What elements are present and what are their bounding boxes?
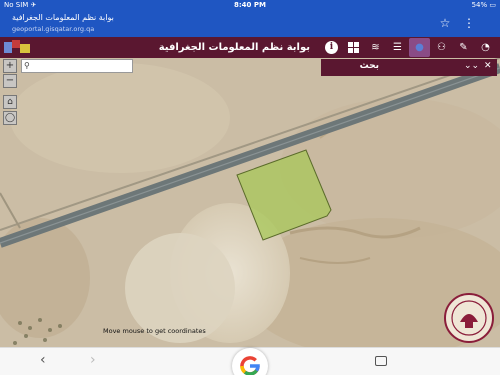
satellite-imagery [0, 58, 500, 347]
basemap-button[interactable] [343, 38, 364, 57]
search-panel: بحث ⌄⌄ ✕ [321, 59, 497, 76]
zoom-in-button[interactable]: + [3, 59, 17, 73]
home-button[interactable]: ⌂ [3, 95, 17, 109]
home-icon: ⌂ [7, 97, 13, 107]
map-search-input[interactable] [21, 59, 133, 73]
list-icon: ☰ [393, 42, 402, 53]
clock: 8:40 PM [234, 1, 266, 9]
search-icon: ⚲ [24, 61, 30, 70]
zoom-control: + − [3, 59, 17, 89]
browser-bottom-bar: ‹ › [0, 347, 500, 375]
collapse-icon[interactable]: ⌄⌄ [464, 61, 479, 71]
browser-page-title: بوابة نظم المعلومات الجغرافية [12, 13, 114, 22]
info-button[interactable]: i [321, 38, 342, 57]
search-panel-title: بحث [359, 61, 379, 71]
globe-button[interactable]: ● [409, 38, 430, 57]
browser-menu-icon[interactable]: ⋮ [462, 15, 476, 31]
forward-icon[interactable]: › [90, 352, 96, 368]
browser-url[interactable]: geoportal.gisqatar.org.qa [12, 25, 94, 33]
layers-icon: ≋ [371, 42, 380, 53]
app-title: بوابة نظم المعلومات الجغرافية [158, 42, 310, 53]
network-button[interactable]: ⚇ [431, 38, 452, 57]
ministry-logo [444, 293, 494, 343]
network-icon: ⚇ [437, 42, 446, 53]
bookmark-star-icon[interactable]: ☆ [438, 15, 452, 31]
app-header: بوابة نظم المعلومات الجغرافية i ≋ ☰ ● ⚇ … [0, 37, 500, 58]
tabs-icon[interactable] [375, 356, 387, 366]
battery-icon: ▭ [489, 1, 496, 9]
google-button[interactable] [232, 348, 268, 375]
close-icon[interactable]: ✕ [484, 61, 492, 71]
globe-icon: ● [415, 42, 424, 53]
battery-indicator: 54% ▭ [472, 0, 496, 11]
map-view[interactable] [0, 58, 500, 347]
draw-icon: ✎ [459, 42, 468, 53]
browser-bar: بوابة نظم المعلومات الجغرافية geoportal.… [0, 11, 500, 37]
share-button[interactable]: ◔ [475, 38, 496, 57]
legend-button[interactable]: ☰ [387, 38, 408, 57]
zoom-out-button[interactable]: − [3, 74, 17, 88]
toolbar: i ≋ ☰ ● ⚇ ✎ ◔ ✋ [321, 38, 500, 57]
battery-label: 54% [471, 1, 488, 9]
status-bar: No SIM ✈ 8:40 PM 54% ▭ [0, 0, 500, 11]
google-icon [240, 356, 260, 375]
draw-button[interactable]: ✎ [453, 38, 474, 57]
grid-icon [348, 42, 359, 53]
coordinate-readout: Move mouse to get coordinates [103, 327, 206, 335]
share-icon: ◔ [481, 42, 490, 53]
layers-button[interactable]: ≋ [365, 38, 386, 57]
back-icon[interactable]: ‹ [40, 352, 46, 368]
app-logo [4, 40, 32, 55]
locate-icon: ◯ [4, 113, 16, 123]
locate-button[interactable]: ◯ [3, 111, 17, 125]
info-icon: i [325, 41, 338, 54]
